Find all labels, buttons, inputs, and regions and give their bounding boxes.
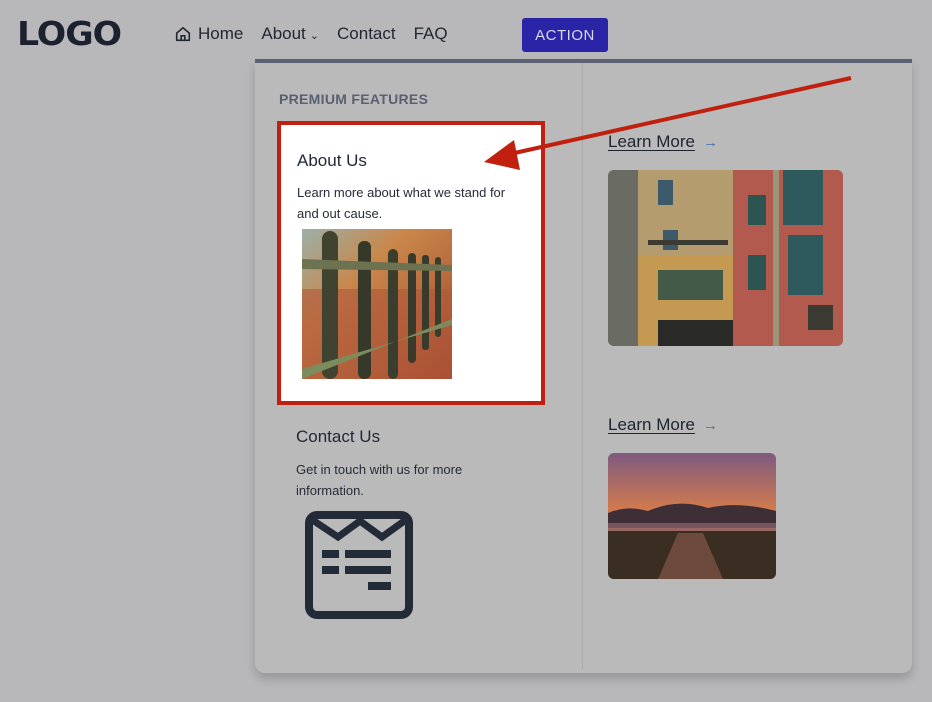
arrow-right-icon: → xyxy=(702,417,718,434)
logo[interactable]: LOGO xyxy=(17,14,122,53)
sunset-path-photo xyxy=(608,453,776,579)
learn-more-label: Learn More xyxy=(608,415,695,434)
city-buildings-photo xyxy=(608,170,843,346)
arrow-right-icon: → xyxy=(702,134,718,151)
nav-home-label: Home xyxy=(198,24,244,43)
nav-about[interactable]: About ⌄ xyxy=(261,24,319,44)
fence-photo xyxy=(302,229,452,379)
about-us-description: Learn more about what we stand for and o… xyxy=(297,185,506,221)
learn-more-label: Learn More xyxy=(608,132,695,151)
action-button[interactable]: ACTION xyxy=(522,18,608,52)
section-title: PREMIUM FEATURES xyxy=(279,91,429,107)
nav-about-label: About xyxy=(261,24,306,43)
contact-us-title[interactable]: Contact Us xyxy=(296,427,380,447)
nav-home[interactable]: Home xyxy=(174,24,243,44)
mega-menu-dropdown: PREMIUM FEATURES About Us Learn more abo… xyxy=(255,59,912,673)
nav-contact[interactable]: Contact xyxy=(337,24,396,44)
nav-faq[interactable]: FAQ xyxy=(414,24,448,44)
about-us-card[interactable]: About Us Learn more about what we stand … xyxy=(277,121,545,405)
column-divider xyxy=(582,63,583,669)
about-us-title: About Us xyxy=(297,151,367,170)
chevron-down-icon: ⌄ xyxy=(309,29,320,42)
contact-form-icon xyxy=(305,511,413,619)
nav-contact-label: Contact xyxy=(337,24,396,43)
learn-more-link-1[interactable]: Learn More → xyxy=(608,132,718,152)
home-icon xyxy=(175,26,191,42)
nav-faq-label: FAQ xyxy=(413,24,448,43)
contact-us-description: Get in touch with us for more informatio… xyxy=(296,462,463,498)
learn-more-link-2[interactable]: Learn More → xyxy=(608,415,718,435)
main-nav: Home About ⌄ Contact FAQ xyxy=(174,24,466,44)
